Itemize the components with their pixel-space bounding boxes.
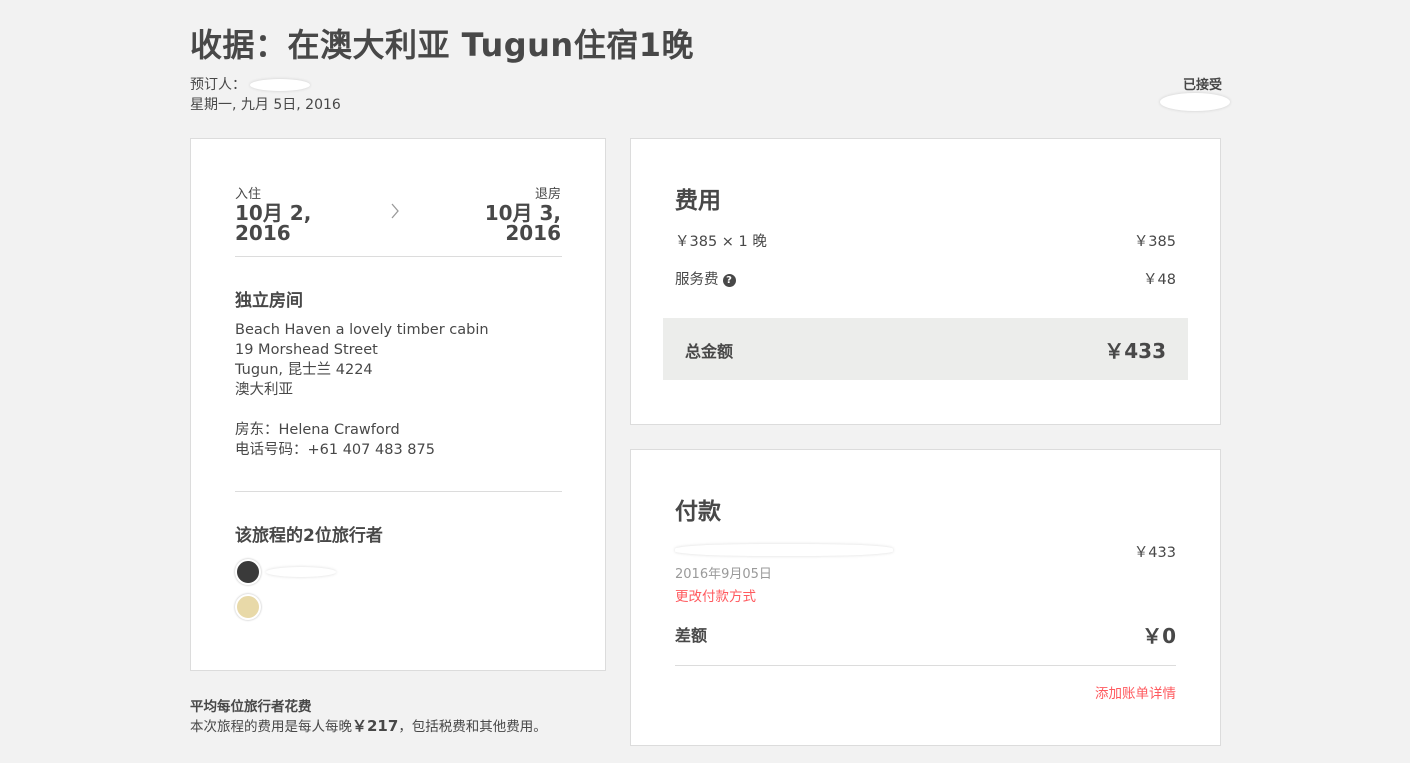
receipt-date: 星期一, 九月 5日, 2016 [190,97,341,113]
traveler-row [235,594,261,620]
service-fee-value: ￥48 [1143,272,1176,288]
help-icon[interactable]: ? [722,273,736,287]
avatar [235,594,261,620]
payment-heading: 付款 [675,499,721,525]
travelers-heading: 该旅程的2位旅行者 [235,526,383,546]
booker-label: 预订人： [190,77,246,93]
trip-details-card: 入住 10月 2, 2016 退房 10月 3, 2016 独立房间 Beach… [190,138,606,671]
booker-line: 预订人： [190,74,311,94]
avg-cost-suffix: ，包括税费和其他费用。 [398,719,547,735]
checkin-date-line1: 10月 2, [235,201,312,225]
checkout-date-line2: 2016 [505,221,561,245]
traveler-row [235,559,337,585]
redacted-confirmation-code [1160,93,1230,111]
add-billing-details-link[interactable]: 添加账单详情 [1095,682,1176,702]
total-row: 总金额 ￥433 [663,318,1188,380]
page-title: 收据：在澳大利亚 Tugun住宿1晚 [190,26,694,64]
change-payment-method-link[interactable]: 更改付款方式 [675,585,756,605]
address-line-1: Beach Haven a lovely timber cabin [235,322,489,338]
address-line-3: Tugun, 昆士兰 4224 [235,362,373,378]
host-name: 房东：Helena Crawford [235,422,400,438]
avg-cost-heading: 平均每位旅行者花费 [190,699,312,715]
nightly-rate-value: ￥385 [1133,234,1176,250]
payment-date: 2016年9月05日 [675,567,772,582]
payment-amount: ￥433 [1133,545,1176,561]
service-fee-row: 服务费? [675,268,736,289]
fees-heading: 费用 [675,188,721,214]
avg-cost-amount: ￥217 [352,717,399,735]
checkin-label: 入住 [235,187,262,202]
avatar [235,559,261,585]
nightly-rate-label: ￥385 × 1 晚 [675,234,767,250]
balance-value: ￥0 [1142,624,1176,648]
checkout-date-line1: 10月 3, [484,201,561,225]
chevron-right-icon [389,201,401,225]
checkin-date: 10月 2, 2016 [235,203,311,243]
room-type: 独立房间 [235,291,303,311]
listing-address: Beach Haven a lovely timber cabin 19 Mor… [235,320,489,400]
divider [235,491,562,492]
payment-card: 付款 ￥433 2016年9月05日 更改付款方式 差额 ￥0 添加账单详情 [630,449,1221,746]
redacted-traveler-name [266,567,337,577]
total-value: ￥433 [1104,339,1166,363]
total-label: 总金额 [685,342,734,361]
fees-card: 费用 ￥385 × 1 晚 ￥385 服务费? ￥48 总金额 ￥433 [630,138,1221,425]
avg-cost-text: 本次旅程的费用是每人每晚￥217，包括税费和其他费用。 [190,715,547,736]
redacted-booker-name [250,79,311,91]
balance-label: 差额 [675,626,708,645]
service-fee-label: 服务费 [675,272,719,288]
status-label: 已接受 [1182,78,1222,93]
avg-cost-prefix: 本次旅程的费用是每人每晚 [190,719,352,735]
checkout-label: 退房 [534,187,561,202]
host-phone: 电话号码：+61 407 483 875 [235,442,435,458]
address-line-2: 19 Morshead Street [235,342,378,358]
redacted-payment-method [675,544,893,556]
checkin-date-line2: 2016 [235,221,291,245]
checkout-date: 10月 3, 2016 [485,203,561,243]
divider [675,665,1176,666]
divider [235,256,562,257]
address-line-4: 澳大利亚 [235,382,293,398]
